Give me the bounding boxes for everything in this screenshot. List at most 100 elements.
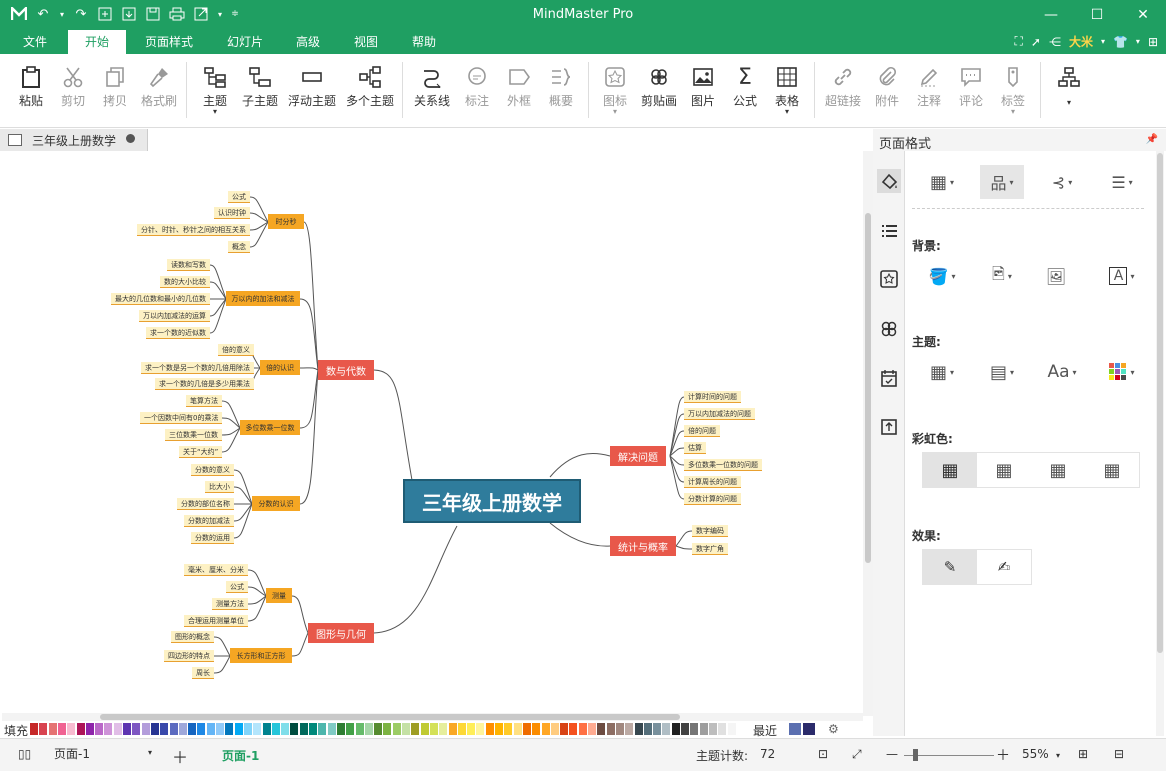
recent-color-swatch[interactable] [803,723,815,735]
leaf-topic[interactable]: 笔算方法 [186,395,222,407]
formula-button[interactable]: Σ 公式 [728,62,762,109]
menu-page-style[interactable]: 页面样式 [136,30,202,54]
leaf-topic[interactable]: 分数的意义 [191,464,234,476]
color-picker-icon[interactable]: ⚙ [828,722,839,736]
color-swatch[interactable] [178,723,187,735]
color-swatch[interactable] [271,723,280,735]
topic-button[interactable]: 主题 ▾ [198,62,232,116]
maximize-button[interactable]: ☐ [1074,0,1120,30]
color-swatch[interactable] [318,723,327,735]
color-swatch[interactable] [457,723,466,735]
canvas-horizontal-scrollbar[interactable] [2,713,863,721]
leaf-topic[interactable]: 周长 [192,667,214,679]
remove-background-button[interactable]: 🖼 [1034,259,1078,293]
add-page-button[interactable]: ＋ [172,744,188,768]
color-swatch[interactable] [411,723,420,735]
color-swatch[interactable] [643,723,652,735]
leaf-topic[interactable]: 图形的概念 [171,631,214,643]
theme-style-button[interactable]: ▤ ▾ [980,355,1024,389]
color-swatch[interactable] [467,723,476,735]
fit-page-icon[interactable]: ⊡ [818,747,828,761]
color-swatch[interactable] [653,723,662,735]
leaf-topic[interactable]: 四边形的特点 [164,650,214,662]
leaf-topic[interactable]: 求一个数的几倍是多少用乘法 [155,378,254,390]
clipart-tab[interactable] [877,317,901,341]
color-swatch[interactable] [662,723,671,735]
menu-advanced[interactable]: 高级 [286,30,330,54]
color-swatch[interactable] [132,723,141,735]
table-dropdown-icon[interactable]: ▾ [770,108,804,116]
leaf-topic[interactable]: 估算 [684,442,706,454]
color-swatch[interactable] [588,723,596,735]
icon-dropdown-icon[interactable]: ▾ [598,108,632,116]
floating-topic-button[interactable]: 浮动主题 [286,62,338,109]
paste-button[interactable]: 粘贴 [14,62,48,109]
leaf-topic[interactable]: 分针、时针、秒针之间的相互关系 [137,224,250,236]
page-tab-1[interactable]: 页面-1 [222,747,259,764]
color-swatch[interactable] [57,723,66,735]
rainbow-option-3[interactable]: ▦ [1031,453,1085,487]
presentation-icon[interactable]: ⊟ [1114,747,1124,761]
color-swatch[interactable] [355,723,364,735]
color-swatch[interactable] [671,723,680,735]
clipart-button[interactable]: 剪贴画 [638,62,680,109]
subtopic-multiplication[interactable]: 多位数乘一位数 [240,420,300,435]
color-theme-button[interactable]: ▾ [1100,355,1144,389]
color-swatch[interactable] [485,723,494,735]
outline-tab[interactable] [877,219,901,243]
color-swatch[interactable] [262,723,271,735]
recent-color-swatch[interactable] [789,723,801,735]
tag-dropdown-icon[interactable]: ▾ [996,108,1030,116]
root-topic[interactable]: 三年级上册数学 [403,479,581,523]
color-swatch[interactable] [299,723,308,735]
subtopic-measurement[interactable]: 测量 [266,588,292,603]
subtopic-button[interactable]: 子主题 [238,62,282,109]
color-swatch[interactable] [625,723,634,735]
user-dropdown-icon[interactable]: ▾ [1101,37,1105,46]
color-swatch[interactable] [699,723,708,735]
color-swatch[interactable] [532,723,541,735]
leaf-topic[interactable]: 数字广角 [692,543,728,555]
minimize-button[interactable]: — [1028,0,1074,30]
color-swatch[interactable] [281,723,290,735]
zoom-slider-thumb[interactable] [913,749,918,761]
page-select[interactable]: 页面-1 ▾ [48,745,156,763]
leaf-topic[interactable]: 合理运用测量单位 [184,615,248,627]
vertical-scroll-thumb[interactable] [865,213,871,563]
icon-button[interactable]: 图标 ▾ [598,62,632,116]
color-swatch[interactable] [234,723,243,735]
connector-button[interactable]: ⊰ ▾ [1040,165,1084,199]
horizontal-scroll-thumb[interactable] [100,714,680,720]
color-swatch[interactable] [48,723,57,735]
color-swatch[interactable] [522,723,531,735]
color-swatch[interactable] [383,723,392,735]
background-image-button[interactable]: 🖻 ▾ [980,259,1024,293]
color-swatch[interactable] [67,723,76,735]
leaf-topic[interactable]: 公式 [226,581,248,593]
panel-scrollbar[interactable] [1156,151,1164,736]
color-swatch[interactable] [216,723,224,735]
color-swatch[interactable] [160,723,169,735]
leaf-topic[interactable]: 倍的意义 [218,344,254,356]
picture-button[interactable]: 图片 [686,62,720,109]
menu-home[interactable]: 开始 [68,30,126,54]
panel-scroll-thumb[interactable] [1157,153,1163,653]
layout-button[interactable]: ▾ [1052,62,1086,108]
publish-icon[interactable]: ➚ [1031,35,1041,49]
color-swatch[interactable] [253,723,262,735]
mindmap-canvas[interactable]: 三年级上册数学 数与代数 图形与几何 解决问题 统计与概率 时分秒 万以内的加法… [2,151,863,713]
leaf-topic[interactable]: 三位数乘一位数 [165,429,222,441]
leaf-topic[interactable]: 求一个数是另一个数的几倍用除法 [141,362,254,374]
subtopic-fractions[interactable]: 分数的认识 [252,496,300,511]
color-swatch[interactable] [104,723,113,735]
color-swatch[interactable] [606,723,615,735]
menu-slides[interactable]: 幻灯片 [212,30,278,54]
expand-icon[interactable]: ⤢ [852,747,862,762]
multiple-topics-button[interactable]: 多个主题 [344,62,396,109]
color-swatch[interactable] [615,723,624,735]
relationship-button[interactable]: 关系线 [412,62,452,109]
color-swatch[interactable] [560,723,569,735]
color-swatch[interactable] [327,723,336,735]
layout-grid-button[interactable]: ▦ ▾ [920,165,964,199]
leaf-topic[interactable]: 万以内加减法的运算 [139,310,210,322]
